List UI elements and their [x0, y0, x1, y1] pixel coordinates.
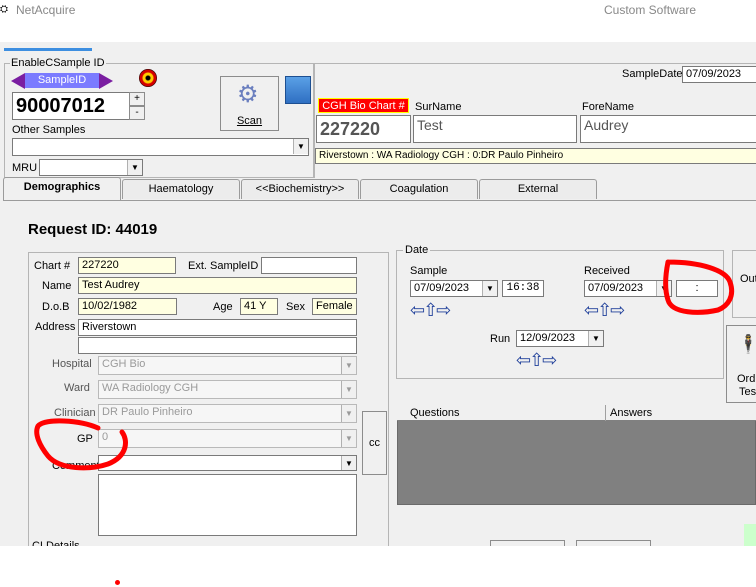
annotation-layer — [34, 259, 735, 471]
annotation-circle-gp — [34, 418, 128, 471]
annotation-circle-time — [663, 259, 735, 315]
